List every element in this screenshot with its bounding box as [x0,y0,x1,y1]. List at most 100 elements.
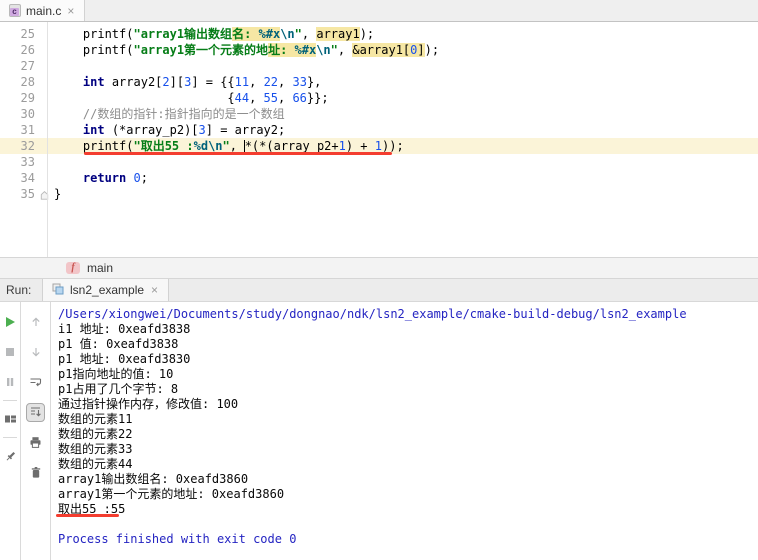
code-token: " [222,139,230,153]
code-token: array1 [316,27,360,41]
code-token: printf( [54,139,134,153]
code-token: array2[ [104,75,163,89]
code-token: 33 [292,75,307,89]
code-token: ][ [169,75,185,89]
toolbar-separator [3,437,17,438]
layout-icon [4,413,17,425]
scroll-to-end-button[interactable] [21,397,50,427]
code-token: } [54,187,62,201]
code-content: {44, 55, 66}}; [47,90,328,106]
code-line: 31 int (*array_p2)[3] = array2; [0,122,758,138]
line-number[interactable]: 25 [0,26,47,42]
stop-button[interactable] [0,337,20,367]
code-token: (*array_p2)[ [104,123,199,137]
c-file-icon: c [9,4,21,17]
soft-wrap-button[interactable] [21,367,50,397]
annotation-red-underline [84,152,392,155]
code-token: ); [359,27,375,41]
gutter-separator [47,22,48,257]
code-line: 28 int array2[2][3] = {{11, 22, 33}, [0,74,758,90]
line-number[interactable]: 27 [0,58,47,74]
code-line: 33 [0,154,758,170]
code-content: int array2[2][3] = {{11, 22, 33}, [47,74,321,90]
code-token: , [337,43,353,57]
close-icon[interactable]: × [150,284,159,296]
code-token: %d [193,139,209,153]
run-toolbar-secondary [21,302,51,560]
code-token: 名: [232,27,259,41]
run-tab-label: lsn2_example [70,283,145,297]
code-token: 3 [198,123,206,137]
line-number[interactable]: 29 [0,90,47,106]
line-number[interactable]: 26 [0,42,47,58]
code-line: 25 printf("array1输出数组名: %#x\n", array1); [0,26,758,42]
print-button[interactable] [21,427,50,457]
function-icon: f [66,262,80,274]
line-number[interactable]: 30 [0,106,47,122]
code-token: , [249,91,264,105]
code-content: printf("array1输出数组名: %#x\n", array1); [47,26,374,42]
run-console[interactable]: /Users/xiongwei/Documents/study/dongnao/… [51,302,758,560]
code-token: 22 [263,75,279,89]
code-token: 66 [292,91,307,105]
pin-icon [4,450,17,463]
up-stack-trace-button[interactable] [21,307,50,337]
softwrap-icon [29,376,42,388]
code-token: ] = {{ [191,75,235,89]
close-icon[interactable]: × [66,5,75,17]
rerun-button[interactable] [0,307,20,337]
code-token: printf( [54,43,134,57]
code-lines: 2425 printf("array1输出数组名: %#x\n", array1… [0,22,758,202]
console-line: Process finished with exit code 0 [58,532,297,546]
line-number[interactable]: 28 [0,74,47,90]
code-line: 26 printf("array1第一个元素的地址: %#x\n", &arra… [0,42,758,58]
editor-tabbar: c main.c × [0,0,758,22]
code-token: ); [424,43,440,57]
console-line: 数组的元素33 [58,442,133,456]
code-content: printf("array1第一个元素的地址: %#x\n", &array1[… [47,42,439,58]
line-number[interactable]: 31 [0,122,47,138]
code-token: %#x [294,43,317,57]
pause-output-button[interactable] [0,367,20,397]
code-token: 址: [268,43,295,57]
console-line: /Users/xiongwei/Documents/study/dongnao/… [58,307,687,321]
console-line: 数组的元素11 [58,412,133,426]
code-token: , [277,91,293,105]
console-line: 数组的元素22 [58,427,133,441]
line-number[interactable]: 33 [0,154,47,170]
code-token: \n [316,43,331,57]
code-line: 34 return 0; [0,170,758,186]
code-token: int [82,123,105,137]
line-number[interactable]: 34 [0,170,47,186]
code-token: ] [417,43,425,57]
run-icon [4,316,16,328]
console-line: 数组的元素44 [58,457,133,471]
clear-all-button[interactable] [21,457,50,487]
breadcrumb-function-name[interactable]: main [87,261,113,275]
code-token: 0 [133,171,141,185]
code-token: }, [306,75,322,89]
code-token: 11 [234,75,250,89]
code-line: 35} [0,186,758,202]
run-config-icon [52,283,64,298]
fold-region-end-icon[interactable] [39,189,50,200]
down-stack-trace-button[interactable] [21,337,50,367]
print-icon [29,436,42,449]
code-token: 1 [374,139,382,153]
code-token: &array1[ [352,43,411,57]
arrow-up-icon [30,316,42,328]
restore-layout-button[interactable] [0,404,20,434]
line-number[interactable]: 32 [0,138,47,154]
code-line: 29 {44, 55, 66}}; [0,90,758,106]
code-content: int (*array_p2)[3] = array2; [47,122,285,138]
pin-tab-button[interactable] [0,441,20,471]
code-line: 27 [0,58,758,74]
code-token: return [82,171,127,185]
tab-main-c[interactable]: c main.c × [0,0,86,21]
code-content [47,154,54,170]
code-token: )); [382,139,404,153]
code-editor[interactable]: 2425 printf("array1输出数组名: %#x\n", array1… [0,22,758,257]
code-token: int [82,75,105,89]
tab-lsn2-example[interactable]: lsn2_example × [42,279,170,301]
